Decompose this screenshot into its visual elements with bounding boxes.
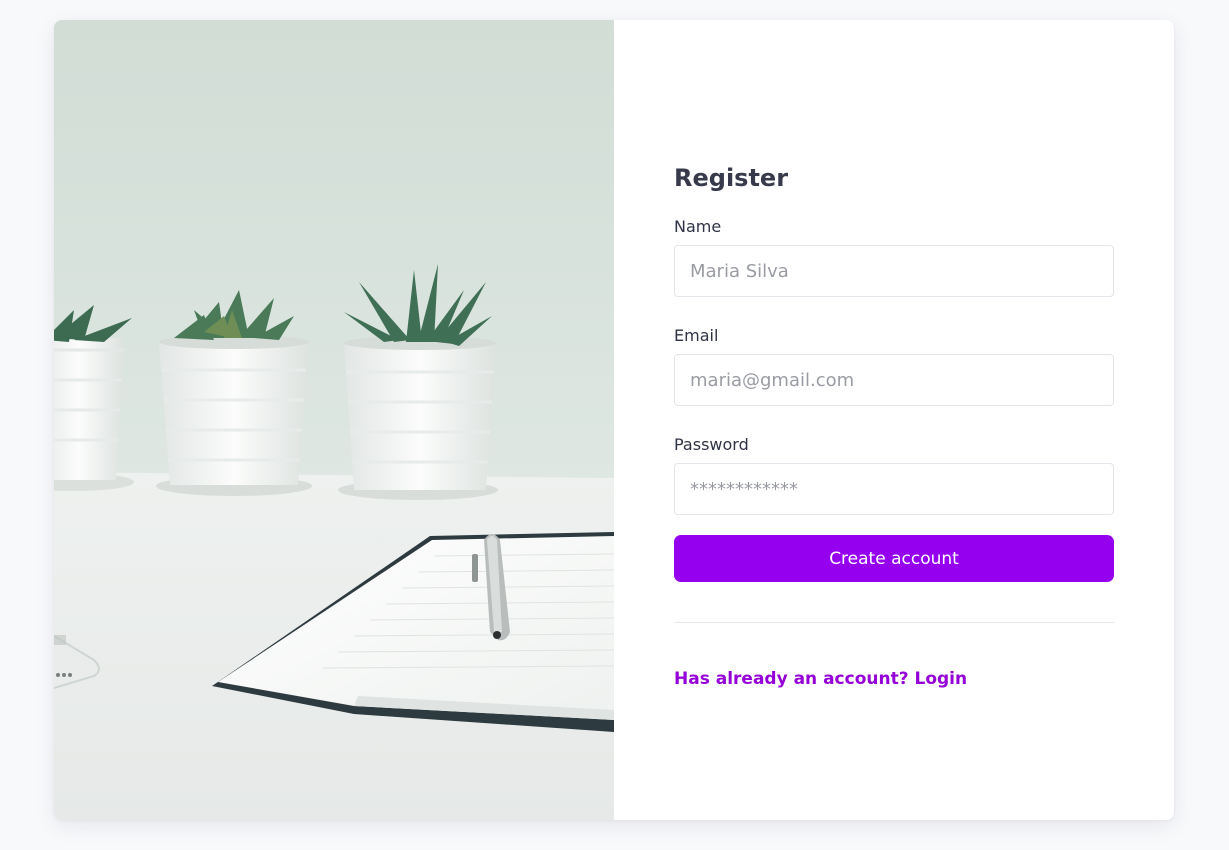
register-form: Register Name Email Password Create acco… xyxy=(674,161,1114,691)
name-input[interactable] xyxy=(674,245,1114,297)
hero-image xyxy=(54,20,614,820)
name-label: Name xyxy=(674,217,722,236)
divider xyxy=(674,622,1114,623)
email-label: Email xyxy=(674,326,719,345)
register-card: Register Name Email Password Create acco… xyxy=(54,20,1174,820)
register-panel: Register Name Email Password Create acco… xyxy=(614,20,1174,820)
email-input[interactable] xyxy=(674,354,1114,406)
password-input[interactable] xyxy=(674,463,1114,515)
create-account-button[interactable]: Create account xyxy=(674,535,1114,582)
password-label: Password xyxy=(674,435,749,454)
form-title: Register xyxy=(674,164,789,192)
login-link[interactable]: Has already an account? Login xyxy=(674,667,1114,691)
hero-illustration xyxy=(54,20,614,820)
